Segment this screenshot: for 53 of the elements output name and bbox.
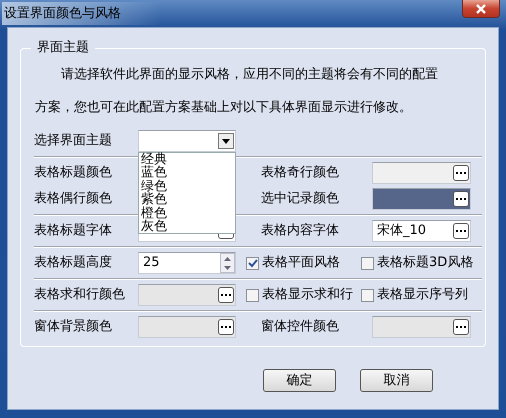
field-label: 选择界面主题 [34, 132, 113, 150]
checkbox[interactable]: 表格显示求和行 [246, 285, 361, 305]
browse-button[interactable] [453, 191, 469, 207]
theme-dropdown[interactable] [138, 130, 236, 152]
dialog-button[interactable]: 确定 [263, 369, 336, 392]
number-field[interactable]: 25 [138, 252, 236, 274]
browse-button[interactable] [218, 319, 234, 335]
ellipsis-icon [221, 294, 231, 296]
dropdown-option[interactable]: 灰色 [139, 220, 235, 234]
checkbox[interactable]: 表格显示序号列 [361, 285, 483, 305]
up-arrow-icon [224, 256, 231, 260]
color-field[interactable] [138, 316, 236, 338]
ellipsis-icon [456, 326, 466, 328]
field-label: 窗体背景颜色 [34, 319, 112, 334]
browse-button[interactable] [218, 287, 234, 303]
font-value: 宋体_10 [377, 222, 426, 240]
browse-button[interactable] [453, 319, 469, 335]
field-label: 选中记录颜色 [260, 191, 339, 206]
dropdown-option[interactable]: 橙色 [139, 206, 235, 220]
field-label: 表格标题高度 [34, 255, 112, 270]
field-label: 表格内容字体 [260, 223, 339, 238]
field-label: 窗体控件颜色 [260, 319, 339, 334]
dropdown-option[interactable]: 经典 [139, 153, 235, 166]
color-field[interactable] [372, 188, 471, 210]
group-title: 界面主题 [31, 40, 95, 56]
browse-button[interactable] [453, 165, 469, 181]
dropdown-arrow-icon [222, 138, 230, 144]
dropdown-option[interactable]: 蓝色 [139, 166, 235, 180]
dialog-button[interactable]: 取消 [360, 369, 433, 392]
field-label: 表格偶行颜色 [34, 191, 112, 206]
field-label: 表格奇行颜色 [260, 165, 339, 180]
ellipsis-icon [456, 198, 466, 200]
down-arrow-icon [224, 266, 231, 270]
ellipsis-icon [456, 230, 466, 232]
ellipsis-icon [221, 326, 231, 328]
spin-buttons[interactable] [220, 253, 235, 273]
font-field[interactable]: 宋体_10 [372, 220, 471, 242]
field-label: 表格求和行颜色 [34, 287, 125, 302]
color-field[interactable] [372, 316, 471, 338]
checkbox[interactable]: 表格标题3D风格 [361, 253, 483, 273]
close-icon [475, 4, 487, 14]
close-button[interactable] [462, 0, 500, 18]
dropdown-option[interactable]: 绿色 [139, 180, 235, 194]
field-label: 表格标题颜色 [34, 165, 112, 180]
ellipsis-icon [456, 172, 466, 174]
color-field[interactable] [372, 162, 471, 184]
description: 请选择软件此界面的显示风格，应用不同的主题将会有不同的配置方案，您也可在此配置方案基础上对以下具体界面显示进行修改。 [35, 66, 439, 117]
color-field[interactable] [138, 284, 236, 306]
browse-button[interactable] [453, 223, 469, 239]
checkmark-icon [248, 258, 258, 268]
field-label: 表格标题字体 [34, 223, 112, 238]
dropdown-option[interactable]: 紫色 [139, 193, 235, 207]
checkbox[interactable]: 表格平面风格 [246, 253, 361, 273]
